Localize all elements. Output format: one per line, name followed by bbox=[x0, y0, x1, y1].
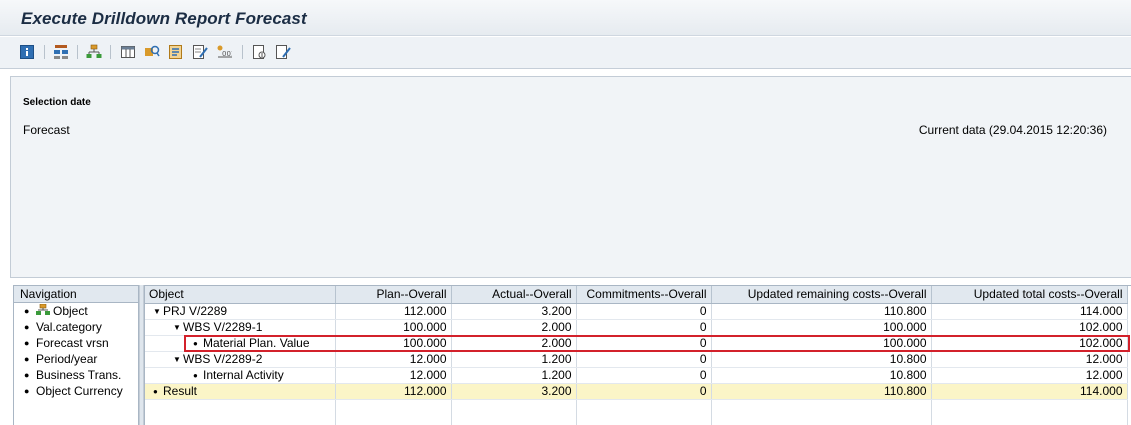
column-header-commitments[interactable]: Commitments--Overall bbox=[576, 286, 712, 304]
commitments-cell: 0 bbox=[576, 319, 712, 336]
total-cell: 102.000 bbox=[931, 319, 1128, 336]
remaining-cell: 110.800 bbox=[711, 303, 932, 320]
bullet-icon: ● bbox=[24, 306, 30, 316]
expanded-triangle-icon[interactable]: ▼ bbox=[173, 320, 183, 335]
commitments-cell: 0 bbox=[576, 367, 712, 384]
total-cell: 12.000 bbox=[931, 367, 1128, 384]
object-cell[interactable]: ▼ WBS V/2289-2 bbox=[145, 351, 336, 368]
report-table: Object Plan--Overall Actual--Overall Com… bbox=[145, 286, 1128, 425]
navigation-panel: Navigation ● Object ● Val.category ● Foreca… bbox=[13, 285, 139, 425]
info-icon[interactable] bbox=[19, 44, 35, 60]
toolbar: 001 bbox=[0, 37, 1131, 69]
commitments-cell: 0 bbox=[576, 303, 712, 320]
nav-item-label: Period/year bbox=[36, 352, 98, 366]
column-header-actual[interactable]: Actual--Overall bbox=[451, 286, 577, 304]
nav-item-label: Forecast vrsn bbox=[36, 336, 109, 350]
table-row[interactable]: ▼ WBS V/2289-1 100.000 2.000 0 100.000 10… bbox=[145, 319, 1128, 336]
find-icon[interactable] bbox=[144, 44, 160, 60]
columns-icon[interactable] bbox=[120, 44, 136, 60]
bullet-icon: ● bbox=[153, 386, 158, 396]
nav-item-label: Object bbox=[53, 304, 88, 318]
actual-cell: 2.000 bbox=[451, 319, 577, 336]
edit-icon[interactable] bbox=[192, 44, 208, 60]
nav-item-val-category[interactable]: ● Val.category bbox=[14, 319, 138, 335]
object-cell[interactable]: ▼ WBS V/2289-1 bbox=[145, 319, 336, 336]
commitments-cell: 0 bbox=[576, 351, 712, 368]
column-header-plan[interactable]: Plan--Overall bbox=[335, 286, 452, 304]
nav-item-object[interactable]: ● Object bbox=[14, 303, 138, 319]
actual-cell: 3.200 bbox=[451, 303, 577, 320]
plan-cell: 12.000 bbox=[335, 351, 452, 368]
bullet-icon: ● bbox=[193, 370, 198, 380]
actual-cell: 1.200 bbox=[451, 351, 577, 368]
svg-text:001: 001 bbox=[222, 50, 232, 58]
table-header-row: Object Plan--Overall Actual--Overall Com… bbox=[145, 286, 1128, 304]
change-layout-icon[interactable] bbox=[275, 44, 291, 60]
total-cell: 114.000 bbox=[931, 303, 1128, 320]
plan-cell: 112.000 bbox=[335, 383, 452, 400]
column-header-total[interactable]: Updated total costs--Overall bbox=[931, 286, 1128, 304]
plan-cell: 12.000 bbox=[335, 367, 452, 384]
total-cell: 114.000 bbox=[931, 383, 1128, 400]
plan-cell: 112.000 bbox=[335, 303, 452, 320]
actual-cell: 2.000 bbox=[451, 335, 577, 352]
table-row[interactable]: ▼ WBS V/2289-2 12.000 1.200 0 10.800 12.0… bbox=[145, 351, 1128, 368]
object-cell[interactable]: ● Internal Activity bbox=[145, 367, 336, 384]
nav-item-label: Object Currency bbox=[36, 384, 123, 398]
remaining-cell: 100.000 bbox=[711, 319, 932, 336]
navigation-title: Navigation bbox=[14, 286, 138, 303]
actual-cell: 3.200 bbox=[451, 383, 577, 400]
selection-date-label: Selection date bbox=[23, 97, 91, 108]
plan-cell: 100.000 bbox=[335, 319, 452, 336]
table-row[interactable]: ● Internal Activity 12.000 1.200 0 10.800… bbox=[145, 367, 1128, 384]
actual-cell: 1.200 bbox=[451, 367, 577, 384]
remaining-cell: 10.800 bbox=[711, 367, 932, 384]
bullet-icon: ● bbox=[193, 338, 198, 348]
remaining-cell: 10.800 bbox=[711, 351, 932, 368]
object-cell[interactable]: ● Material Plan. Value bbox=[145, 335, 336, 352]
bullet-icon: ● bbox=[24, 370, 30, 380]
hierarchy-icon bbox=[36, 303, 50, 315]
nav-item-object-currency[interactable]: ● Object Currency bbox=[14, 383, 138, 399]
forecast-label: Forecast bbox=[23, 123, 70, 137]
table-row-selected[interactable]: ● Material Plan. Value 100.000 2.000 0 10… bbox=[145, 335, 1128, 352]
bullet-icon: ● bbox=[24, 338, 30, 348]
export-icon[interactable] bbox=[252, 44, 268, 60]
title-bar: Execute Drilldown Report Forecast bbox=[0, 0, 1131, 36]
total-cell: 12.000 bbox=[931, 351, 1128, 368]
object-cell[interactable]: ▼ PRJ V/2289 bbox=[145, 303, 336, 320]
column-header-remaining[interactable]: Updated remaining costs--Overall bbox=[711, 286, 932, 304]
hierarchy-icon[interactable] bbox=[53, 44, 69, 60]
expanded-triangle-icon[interactable]: ▼ bbox=[153, 304, 163, 319]
nav-item-label: Business Trans. bbox=[36, 368, 122, 382]
commitments-cell: 0 bbox=[576, 335, 712, 352]
total-cell: 102.000 bbox=[931, 335, 1128, 352]
page-title: Execute Drilldown Report Forecast bbox=[21, 9, 307, 28]
object-cell[interactable]: ● Result bbox=[145, 383, 336, 400]
current-data-timestamp: Current data (29.04.2015 12:20:36) bbox=[918, 123, 1107, 137]
nav-item-label: Val.category bbox=[36, 320, 102, 334]
bullet-icon: ● bbox=[24, 322, 30, 332]
result-row[interactable]: ● Result 112.000 3.200 0 110.800 114.000 bbox=[145, 383, 1128, 400]
nav-item-forecast-version[interactable]: ● Forecast vrsn bbox=[14, 335, 138, 351]
nav-item-period-year[interactable]: ● Period/year bbox=[14, 351, 138, 367]
bullet-icon: ● bbox=[24, 386, 30, 396]
table-row[interactable]: ▼ PRJ V/2289 112.000 3.200 0 110.800 114.… bbox=[145, 303, 1128, 320]
remaining-cell: 110.800 bbox=[711, 383, 932, 400]
column-header-object[interactable]: Object bbox=[145, 286, 336, 304]
org-structure-icon[interactable] bbox=[86, 44, 102, 60]
report-grid: Object Plan--Overall Actual--Overall Com… bbox=[144, 285, 1131, 425]
commitments-cell: 0 bbox=[576, 383, 712, 400]
selection-header: Selection date Forecast Current data (29… bbox=[10, 76, 1131, 278]
expanded-triangle-icon[interactable]: ▼ bbox=[173, 352, 183, 367]
bullet-icon: ● bbox=[24, 354, 30, 364]
variables-icon[interactable]: 001 bbox=[216, 44, 232, 60]
remaining-cell: 100.000 bbox=[711, 335, 932, 352]
sort-icon[interactable] bbox=[168, 44, 184, 60]
plan-cell: 100.000 bbox=[335, 335, 452, 352]
nav-item-business-trans[interactable]: ● Business Trans. bbox=[14, 367, 138, 383]
